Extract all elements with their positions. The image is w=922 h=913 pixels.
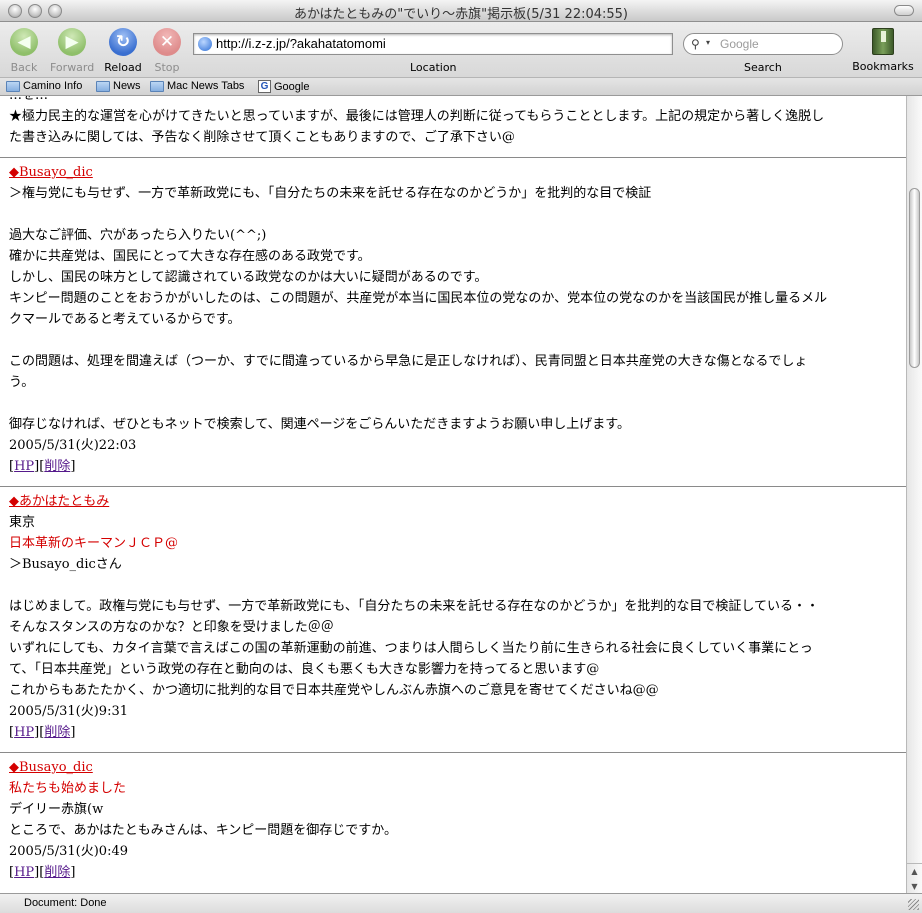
toolbar-toggle-button[interactable]: [894, 5, 914, 16]
search-label: Search: [744, 61, 782, 74]
site-globe-icon: [198, 37, 212, 51]
post: ◆Busayo_dic 私たちも始めました デイリー赤旗(w ところで、あかはた…: [9, 753, 899, 883]
post-line: て、「日本共産党」という政党の存在と動向のは、良くも悪くも大きな影響力を持ってる…: [9, 662, 600, 677]
bookmarks-label: Bookmarks: [852, 60, 914, 73]
bookmark-google[interactable]: G Google: [258, 80, 309, 93]
post-line: クマールであると考えているからです。: [9, 312, 241, 327]
post-links: [HP][削除]: [9, 725, 76, 740]
post-line: そんなスタンスの方なのかな？と印象を受けました＠＠: [9, 620, 334, 635]
post-line: デイリー赤旗(w: [9, 802, 104, 817]
bookmarks-book-icon: [872, 28, 894, 55]
delete-link[interactable]: 削除: [44, 459, 70, 474]
poster-name-link[interactable]: ◆Busayo_dic: [9, 760, 93, 775]
post-line: いずれにしても、カタイ言葉で言えばこの国の革新運動の前進、つまりは人間らしく当た…: [9, 641, 813, 656]
post-line: はじめまして。政権与党にも与せず、一方で革新政党にも、「自分たちの未来を託せる存…: [9, 599, 820, 614]
post-line: この問題は、処理を間違えば（つーか、すでに間違っているから早急に是正しなければ）…: [9, 354, 808, 369]
delete-link[interactable]: 削除: [44, 865, 70, 880]
location-label: Location: [410, 61, 457, 74]
post-date: 2005/5/31(火)22:03: [9, 438, 137, 453]
scroll-up-arrow-icon[interactable]: ▲: [907, 864, 922, 879]
bookmark-label: News: [113, 80, 141, 92]
post-date: 2005/5/31(火)0:49: [9, 844, 128, 859]
scrollbar-thumb[interactable]: [909, 188, 920, 368]
reload-label: Reload: [104, 61, 142, 74]
folder-icon: [6, 80, 20, 92]
post-line: ところで、あかはたともみさんは、キンピー問題を御存じですか。: [9, 823, 398, 838]
intro-line: た書き込みに関しては、予告なく削除させて頂くこともありますので、ご了承下さい@: [9, 130, 515, 145]
folder-icon: [96, 80, 110, 92]
url-text: http://i.z-z.jp/?akahatatomomi: [216, 36, 386, 51]
bookmarks-bar: Camino Info News Mac News Tabs G Google: [0, 77, 922, 96]
stop-label: Stop: [154, 61, 180, 74]
delete-link[interactable]: 削除: [44, 725, 70, 740]
chevron-down-icon: ▾: [706, 38, 711, 47]
post-subject: 私たちも始めました: [9, 781, 127, 796]
bookmark-label: Google: [274, 80, 310, 93]
navigation-toolbar: ◀ Back ▶ Forward ↻ Reload ✕ Stop http://…: [0, 22, 922, 77]
title-bar: あかはたともみの"でいり～赤旗"掲示板(5/31 22:04:55): [0, 0, 922, 22]
post-line: キンピー問題のことをおうかがいしたのは、この問題が、共産党が本当に国民本位の党な…: [9, 291, 828, 306]
post-line: う。: [9, 375, 35, 390]
bookmark-mac-news-tabs[interactable]: Mac News Tabs: [150, 80, 244, 92]
back-label: Back: [10, 61, 38, 74]
bookmark-label: Camino Info: [23, 80, 83, 92]
post-line: 御存じなければ、ぜひともネットで検索して、関連ページをごらんいただきますようお願…: [9, 417, 631, 432]
hp-link[interactable]: HP: [14, 865, 34, 880]
location-input[interactable]: http://i.z-z.jp/?akahatatomomi: [193, 33, 673, 55]
post-subject: 日本革新のキーマンＪＣＰ@: [9, 536, 179, 551]
hp-link[interactable]: HP: [14, 725, 34, 740]
vertical-scrollbar[interactable]: ▲ ▼: [906, 96, 922, 893]
back-button[interactable]: ◀ Back: [2, 28, 46, 74]
post-links: [HP][削除]: [9, 459, 76, 474]
bookmarks-button[interactable]: Bookmarks: [852, 28, 914, 73]
intro-line: ★極力民主的な運営を心がけてきたいと思っていますが、最後には管理人の判断に従って…: [9, 109, 825, 124]
stop-icon: ✕: [153, 28, 181, 56]
post-line: しかし、国民の味方として認識されている政党なのかは大いに疑問があるのです。: [9, 270, 488, 285]
search-input[interactable]: ⚲ ▾ Google: [683, 33, 843, 55]
search-placeholder: Google: [720, 37, 759, 51]
hp-link[interactable]: HP: [14, 459, 34, 474]
bookmark-news[interactable]: News: [96, 80, 141, 92]
post-line: ＞権与党にも与せず、一方で革新政党にも、「自分たちの未来を託せる存在なのかどうか…: [9, 186, 652, 201]
post-line: 過大なご評価、穴があったら入りたい(^^;): [9, 228, 267, 243]
poster-location: 東京: [9, 515, 36, 530]
post-line: これからもあたたかく、かつ適切に批判的な目で日本共産党やしんぶん赤旗へのご意見を…: [9, 683, 659, 698]
post-links: [HP][削除]: [9, 865, 76, 880]
back-arrow-icon: ◀: [10, 28, 38, 56]
poster-name-link[interactable]: ◆Busayo_dic: [9, 165, 93, 180]
status-bar: Document: Done: [0, 893, 922, 913]
bookmark-camino-info[interactable]: Camino Info: [6, 80, 82, 92]
bookmark-label: Mac News Tabs: [167, 80, 245, 92]
window-title: あかはたともみの"でいり～赤旗"掲示板(5/31 22:04:55): [293, 7, 629, 22]
reload-button[interactable]: ↻ Reload: [101, 28, 145, 74]
reload-icon: ↻: [109, 28, 137, 56]
post-line: ＞Busayo_dicさん: [9, 557, 122, 572]
post-line: 確かに共産党は、国民にとって大きな存在感のある政党です。: [9, 249, 371, 264]
scroll-arrows: ▲ ▼: [907, 863, 922, 893]
intro-partial-line: …を…: [9, 96, 899, 106]
google-icon: G: [258, 80, 271, 93]
stop-button[interactable]: ✕ Stop: [145, 28, 189, 74]
status-text: Document: Done: [24, 897, 107, 909]
post: ◆あかはたともみ 東京 日本革新のキーマンＪＣＰ@ ＞Busayo_dicさん …: [9, 487, 899, 743]
post: ◆Busayo_dic ＞権与党にも与せず、一方で革新政党にも、「自分たちの未来…: [9, 158, 899, 477]
post-date: 2005/5/31(火)9:31: [9, 704, 128, 719]
folder-icon: [150, 80, 164, 92]
forward-label: Forward: [50, 61, 95, 74]
scroll-down-arrow-icon[interactable]: ▼: [907, 879, 922, 894]
forward-button[interactable]: ▶ Forward: [50, 28, 94, 74]
resize-grip-icon[interactable]: [908, 899, 919, 910]
forward-arrow-icon: ▶: [58, 28, 86, 56]
page-content: …を… ★極力民主的な運営を心がけてきたいと思っていますが、最後には管理人の判断…: [0, 96, 906, 893]
poster-name-link[interactable]: ◆あかはたともみ: [9, 494, 109, 509]
search-icon[interactable]: ⚲: [691, 37, 700, 51]
